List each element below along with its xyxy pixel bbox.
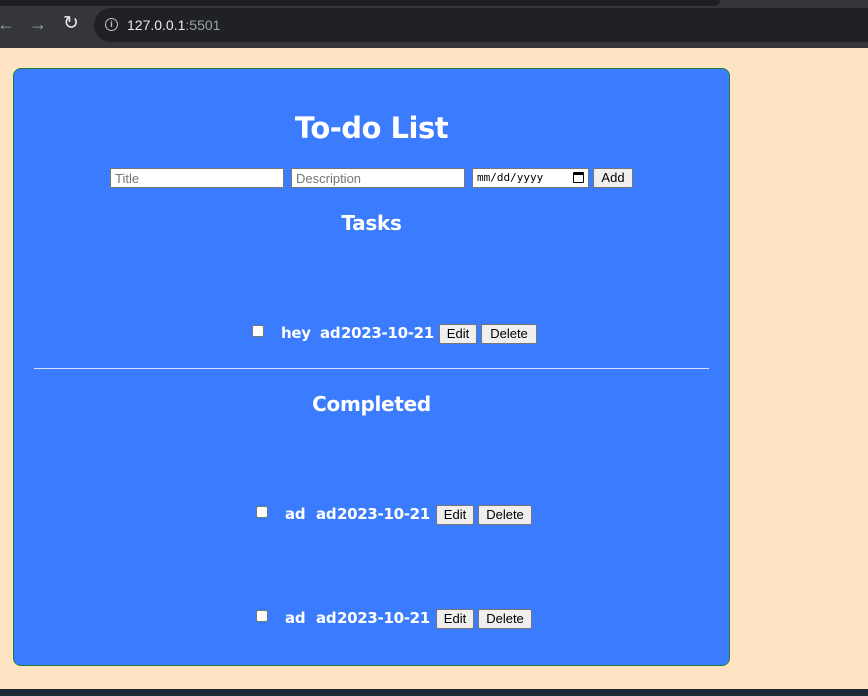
page-title: To-do List (294, 111, 449, 145)
task-title: ad (285, 609, 306, 627)
edit-button[interactable]: Edit (436, 609, 474, 629)
reload-icon[interactable]: ↻ (61, 14, 81, 34)
task-description: ad (320, 324, 341, 342)
url-port: :5501 (185, 17, 221, 33)
date-input[interactable]: mm/dd/yyyy (472, 168, 589, 188)
calendar-icon[interactable] (573, 172, 584, 183)
task-date: 2023-10-21 (341, 324, 434, 342)
edit-button[interactable]: Edit (436, 505, 474, 525)
task-checkbox[interactable] (252, 325, 264, 337)
title-input[interactable] (110, 168, 284, 188)
forward-icon[interactable]: → (28, 14, 48, 34)
description-input[interactable] (291, 168, 465, 188)
date-placeholder: mm/dd/yyyy (477, 171, 544, 184)
tasks-heading: Tasks (341, 211, 402, 235)
task-title: hey (281, 324, 311, 342)
address-bar[interactable]: i 127.0.0.1:5501 (94, 8, 868, 42)
section-divider (34, 368, 709, 369)
delete-button[interactable]: Delete (478, 505, 532, 525)
edit-button[interactable]: Edit (439, 324, 477, 344)
browser-toolbar: ← → ↻ i 127.0.0.1:5501 (0, 0, 868, 48)
delete-button[interactable]: Delete (478, 609, 532, 629)
todo-card: To-do List mm/dd/yyyy Add Tasks hey ad 2… (13, 68, 730, 666)
task-description: ad (316, 609, 337, 627)
task-date: 2023-10-21 (337, 505, 430, 523)
url-host: 127.0.0.1 (127, 17, 186, 33)
task-title: ad (285, 505, 306, 523)
url-text[interactable]: 127.0.0.1:5501 (127, 17, 220, 33)
task-description: ad (316, 505, 337, 523)
task-checkbox[interactable] (256, 610, 268, 622)
tab-strip (0, 0, 720, 6)
add-button[interactable]: Add (593, 168, 633, 188)
task-date: 2023-10-21 (337, 609, 430, 627)
delete-button[interactable]: Delete (481, 324, 537, 344)
taskbar-edge (0, 689, 868, 696)
task-checkbox[interactable] (256, 506, 268, 518)
completed-heading: Completed (312, 392, 431, 416)
site-info-icon[interactable]: i (105, 18, 118, 31)
back-icon[interactable]: ← (0, 14, 16, 34)
